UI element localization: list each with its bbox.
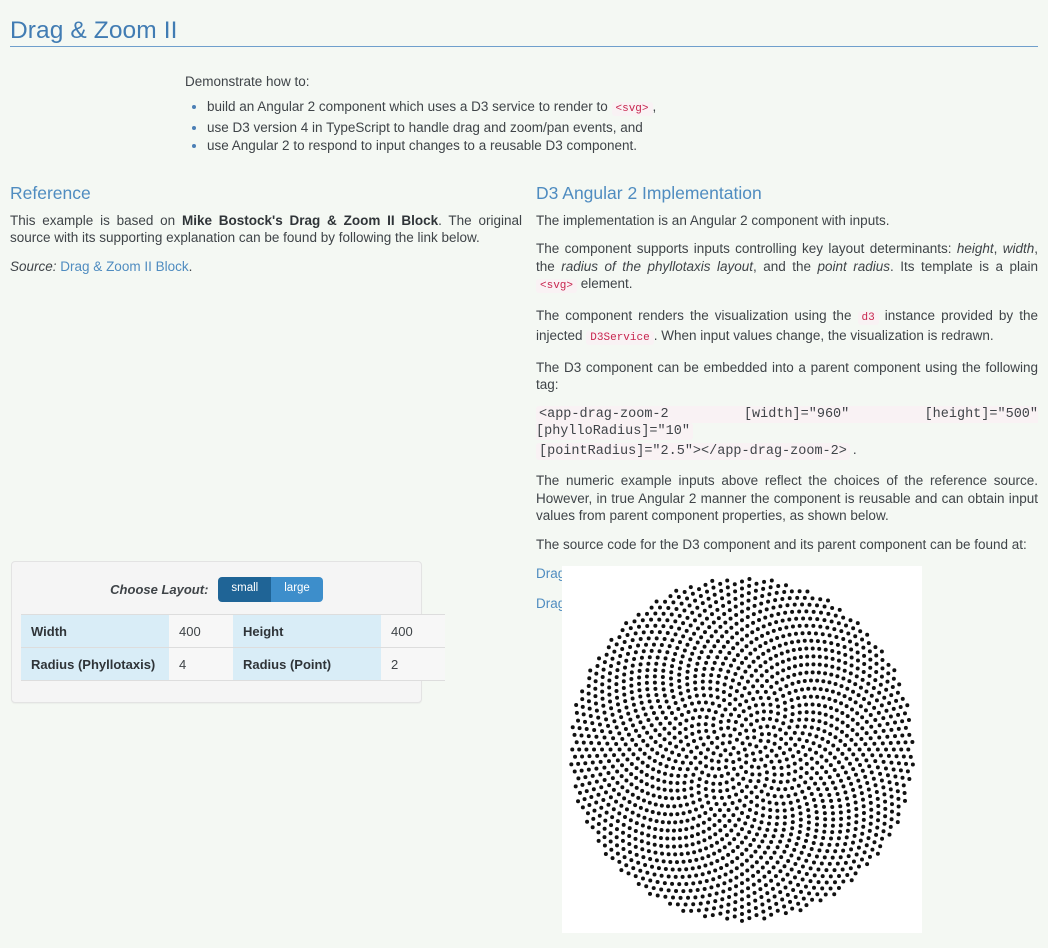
layout-large-button[interactable]: large [271,577,323,602]
table-row: Width 400 Height 400 [21,614,445,648]
list-item: use D3 version 4 in TypeScript to handle… [207,119,805,138]
bullet-1-suffix: , [652,99,657,114]
layout-button-group[interactable]: small large [218,577,323,602]
impl-p2-f: element. [577,276,633,292]
impl-p2-a: The component supports inputs controllin… [536,241,957,257]
param-label-height: Height [233,614,381,648]
reference-heading: Reference [10,183,91,203]
embed-code-line-2: [pointRadius]="2.5"></app-drag-zoom-2> [536,442,850,460]
source-period: . [188,258,193,274]
settings-panel: Choose Layout: small large Width 400 Hei… [11,561,445,703]
param-value-width: 400 [169,614,233,648]
impl-p2-e: . Its template is a plain [890,258,1038,274]
impl-p2-b: , [993,241,1003,257]
embed-code-period: . [852,441,857,457]
param-label-phyllotaxis-radius: Radius (Phyllotaxis) [21,647,169,681]
layout-chooser: Choose Layout: small large [12,577,421,602]
list-item: build an Angular 2 component which uses … [207,98,805,119]
svg-code-token: <svg> [536,279,578,294]
bullet-3-text: use Angular 2 to respond to input change… [207,138,638,153]
svg-code-token: <svg> [611,102,653,116]
impl-p2-d: , and the [753,258,818,274]
intro-lead: Demonstrate how to: [185,74,310,89]
param-value-point-radius: 2 [381,647,445,681]
implementation-p4: The D3 component can be embedded into a … [536,359,1038,393]
implementation-p3: The component renders the visualization … [536,307,1038,348]
page-root: Drag & Zoom II Demonstrate how to: build… [0,0,1048,948]
implementation-heading: D3 Angular 2 Implementation [536,183,762,203]
embed-code-line-1: <app-drag-zoom-2 [width]="960" [height]=… [536,405,1038,441]
page-title: Drag & Zoom II [10,17,178,44]
implementation-p6: The source code for the D3 component and… [536,536,1027,552]
source-label: Source: [10,258,57,274]
parameters-table: Width 400 Height 400 Radius (Phyllotaxis… [21,614,445,681]
source-line: Source: Drag & Zoom II Block. [10,258,522,276]
intro-bullet-list: build an Angular 2 component which uses … [185,98,805,156]
embed-code-snippet: <app-drag-zoom-2 [width]="960" [height]=… [536,405,1038,461]
layout-small-button[interactable]: small [218,577,272,602]
title-divider [10,46,1038,47]
reference-text-before: This example is based on [10,212,182,228]
choose-layout-label: Choose Layout: [110,581,209,597]
em-point-radius: point radius [817,258,891,274]
reference-column: Reference This example is based on Mike … [10,182,522,286]
phyllotaxis-svg[interactable] [562,566,922,933]
impl-p3-a: The component renders the visualization … [536,307,858,323]
reference-block-name: Mike Bostock's Drag & Zoom II Block [181,212,439,228]
source-link[interactable]: Drag & Zoom II Block [60,259,188,274]
table-row: Radius (Phyllotaxis) 4 Radius (Point) 2 [21,647,445,681]
implementation-column: D3 Angular 2 Implementation The implemen… [536,182,1038,624]
drag-zoom-visualization[interactable] [562,566,922,933]
bullet-2-text: use D3 version 4 in TypeScript to handle… [207,119,643,135]
implementation-p1: The implementation is an Angular 2 compo… [536,212,890,228]
param-label-point-radius: Radius (Point) [233,647,381,681]
em-width: width [1002,241,1035,257]
reference-paragraph: This example is based on Mike Bostock's … [10,212,522,247]
intro-block: Demonstrate how to: build an Angular 2 c… [185,74,805,156]
implementation-p2: The component supports inputs controllin… [536,240,1038,296]
em-phyllotaxis-radius: radius of the phyllotaxis layout [561,258,754,274]
param-value-phyllotaxis-radius: 4 [169,647,233,681]
em-height: height [956,241,994,257]
param-label-width: Width [21,614,169,648]
impl-p3-c: . When input values change, the visualiz… [653,328,994,344]
param-value-height: 400 [381,614,445,648]
implementation-p5: The numeric example inputs above reflect… [536,473,1038,524]
list-item: use Angular 2 to respond to input change… [207,137,805,156]
d3-code-token: d3 [857,310,879,325]
bullet-1-text: build an Angular 2 component which uses … [207,99,612,114]
d3service-code-token: D3Service [586,331,654,346]
